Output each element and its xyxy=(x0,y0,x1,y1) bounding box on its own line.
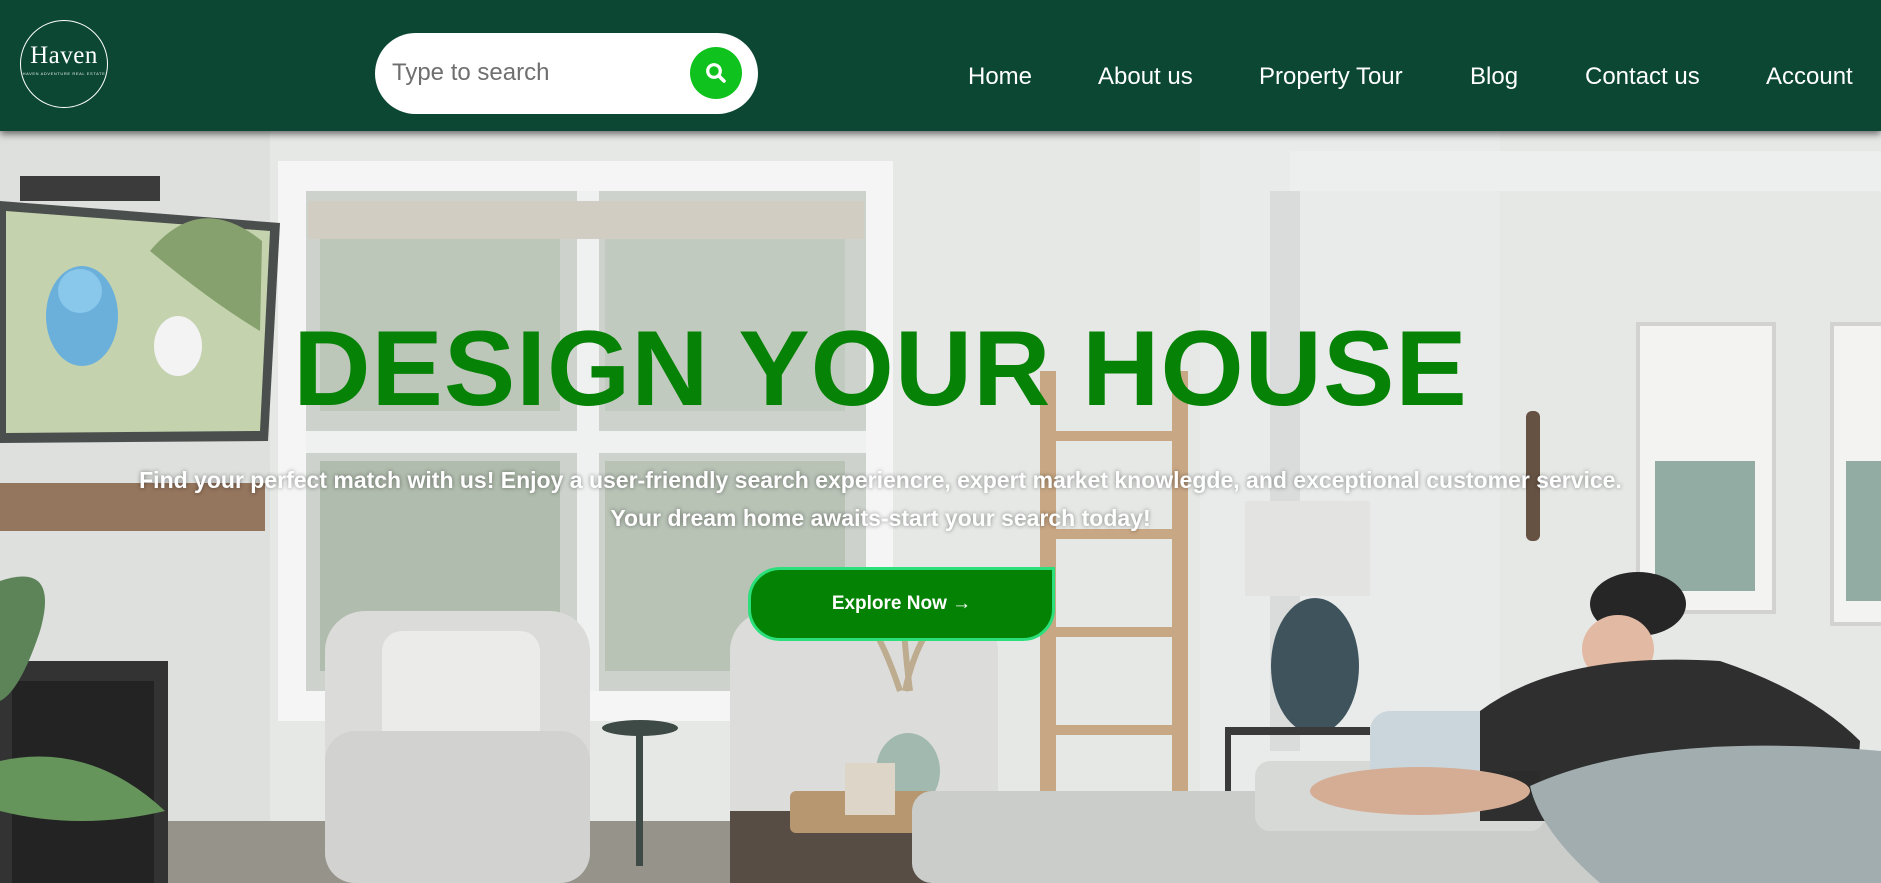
nav-property-tour[interactable]: Property Tour xyxy=(1259,62,1403,92)
nav-home[interactable]: Home xyxy=(968,62,1032,92)
nav-blog[interactable]: Blog xyxy=(1470,62,1518,92)
hero-subtitle-line-1: Find your perfect match with us! Enjoy a… xyxy=(139,467,1622,493)
hero-section: DESIGN YOUR HOUSE Find your perfect matc… xyxy=(0,131,1881,883)
nav-contact-us[interactable]: Contact us xyxy=(1585,62,1700,92)
hero-title: DESIGN YOUR HOUSE xyxy=(293,308,1468,428)
nav-about-us[interactable]: About us xyxy=(1098,62,1193,92)
nav-account[interactable]: Account xyxy=(1766,62,1853,92)
main-nav: Home About us Property Tour Blog Contact… xyxy=(0,0,1881,131)
hero-subtitle-line-2: Your dream home awaits-start your search… xyxy=(610,505,1151,531)
site-header: Haven HAVEN ADVENTURE REAL ESTATE Home A… xyxy=(0,0,1881,131)
explore-now-button[interactable]: Explore Now → xyxy=(748,567,1055,641)
